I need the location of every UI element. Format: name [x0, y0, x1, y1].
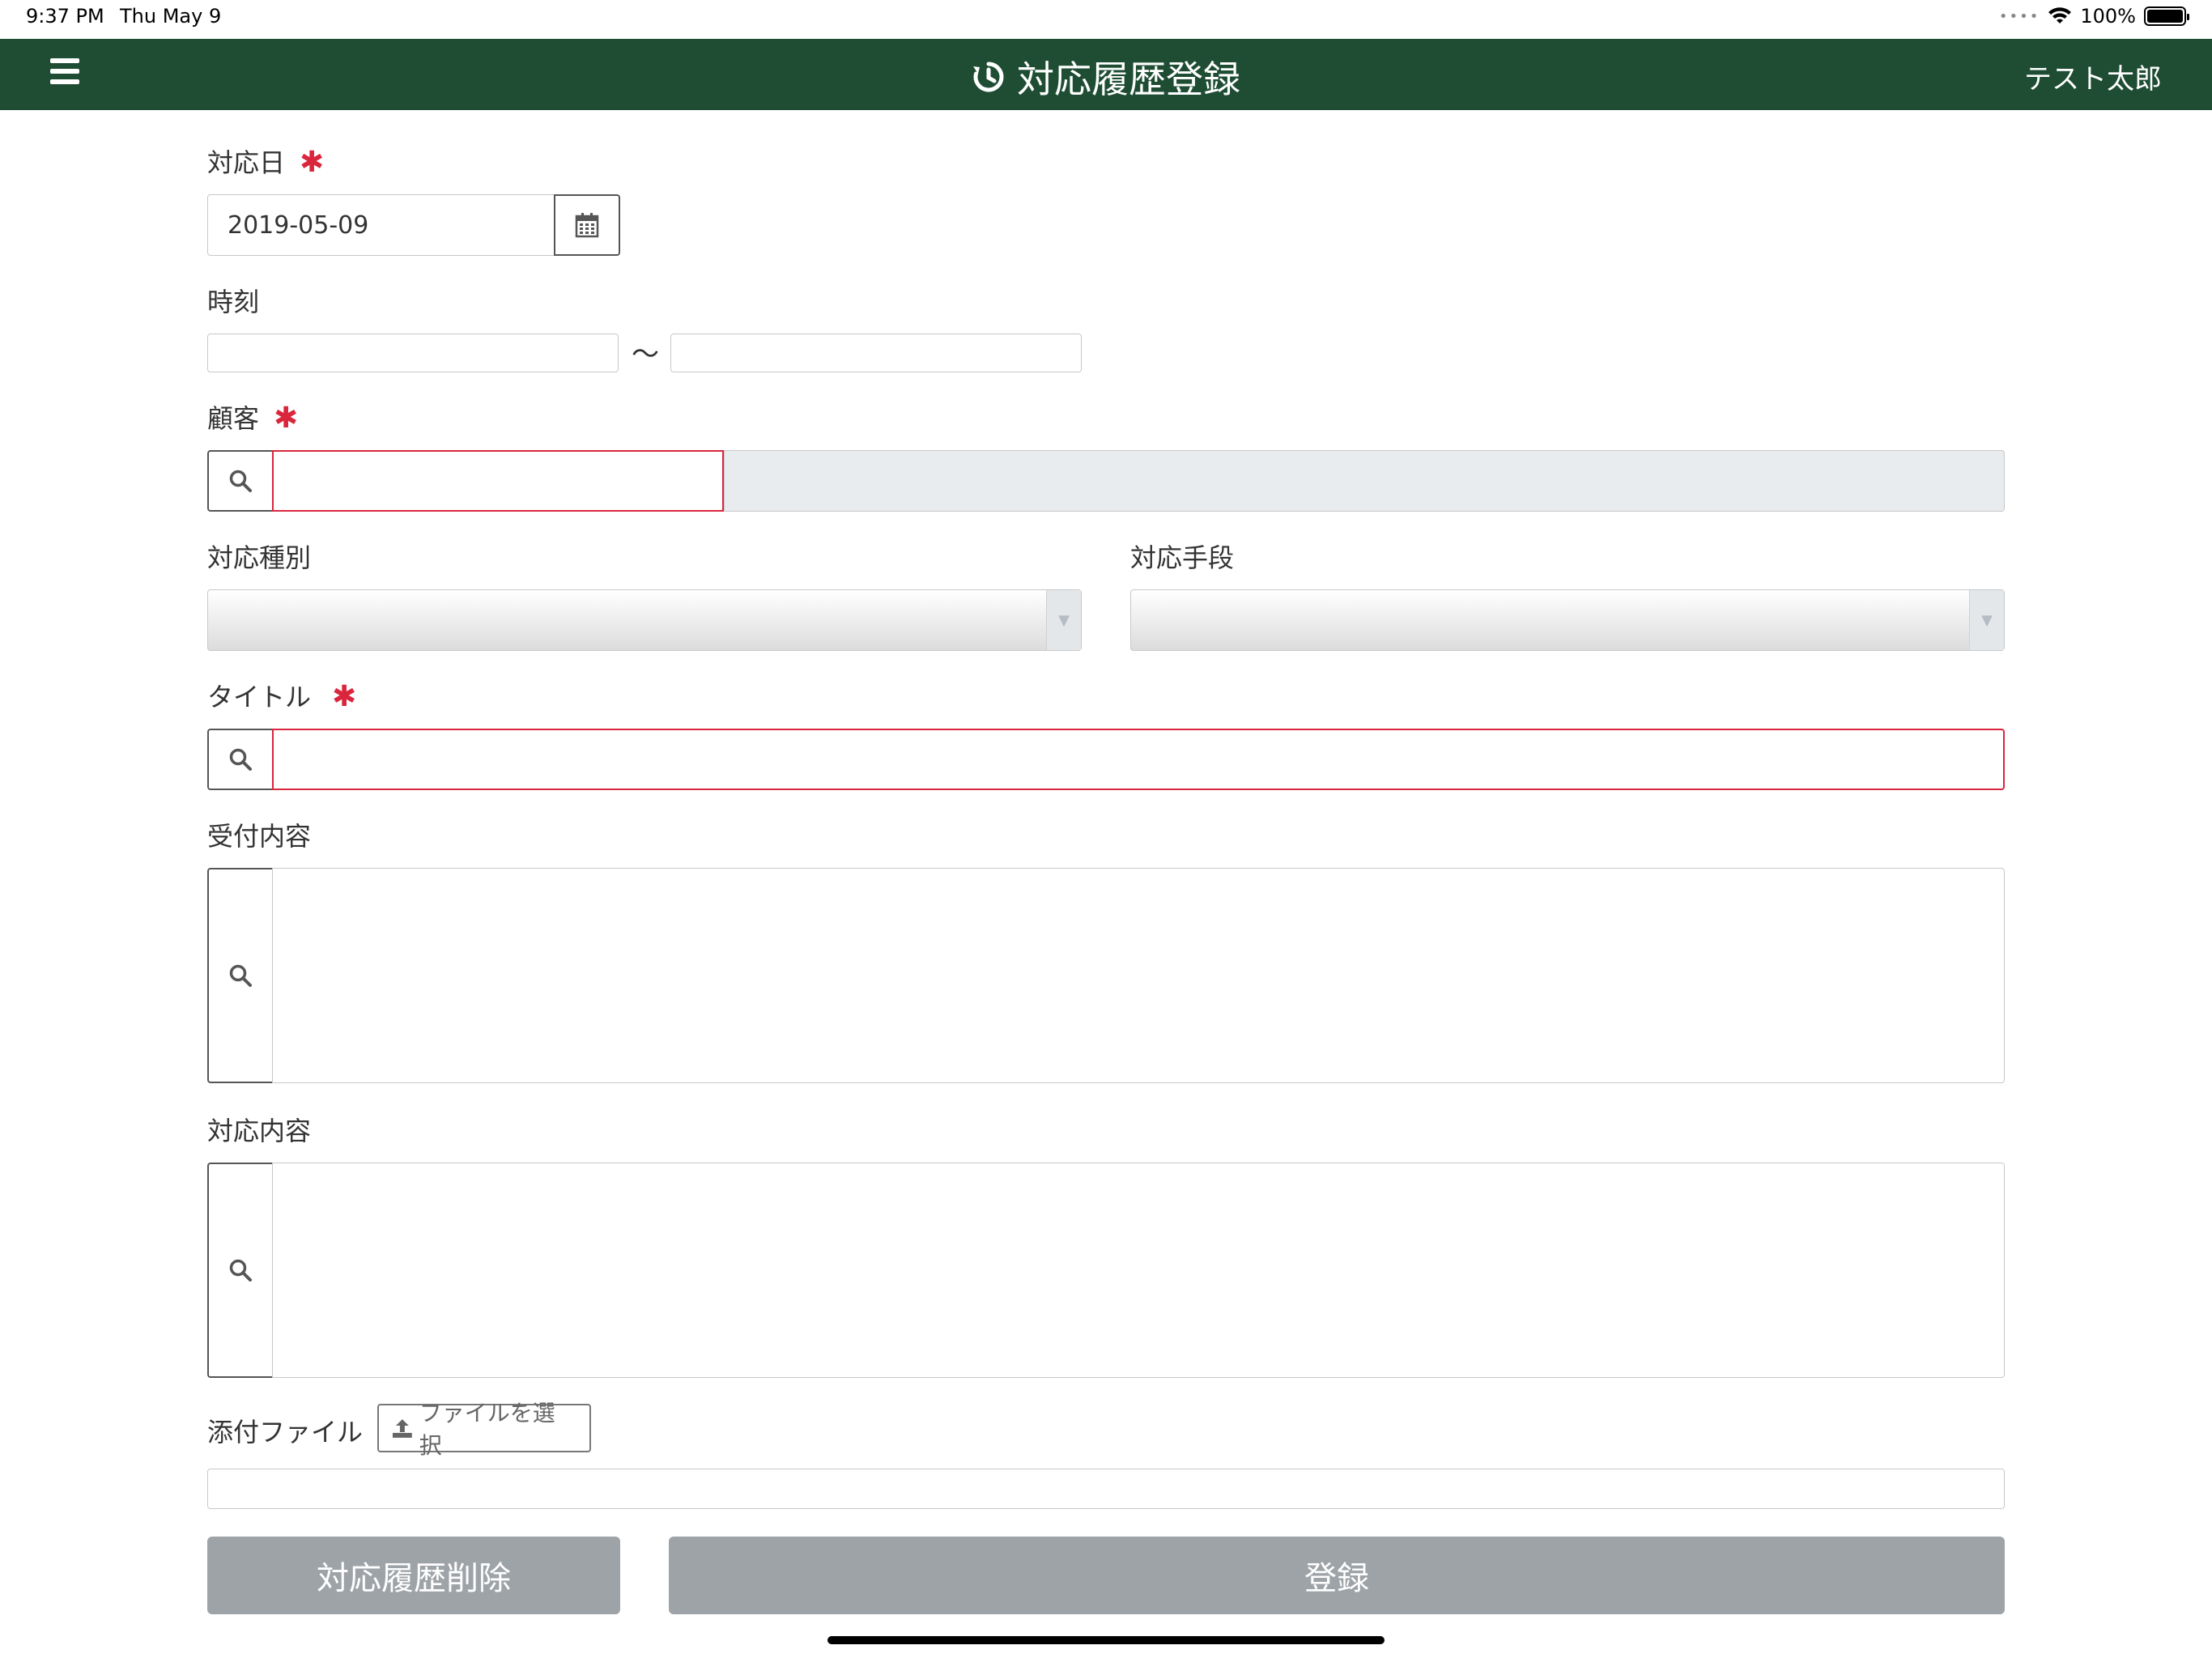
date-label: 対応日 ✱ [207, 142, 324, 180]
battery-percent: 100% [2080, 5, 2136, 28]
home-indicator[interactable] [827, 1636, 1385, 1644]
file-select-button[interactable]: ファイルを選択 [377, 1400, 591, 1459]
response-label: 対応内容 [207, 1116, 312, 1146]
required-mark: ✱ [332, 680, 357, 713]
history-icon [973, 62, 1004, 92]
time-end-input[interactable] [670, 334, 1082, 372]
response-textarea[interactable] [272, 1163, 2005, 1378]
customer-name-display [724, 450, 2005, 512]
search-icon [229, 748, 252, 771]
search-icon [229, 1259, 252, 1282]
calendar-button[interactable] [554, 194, 620, 256]
signal-icon: •••• [1998, 7, 2040, 25]
required-mark: ✱ [274, 402, 299, 435]
upload-icon [392, 1419, 412, 1438]
date-input[interactable]: 2019-05-09 [207, 194, 555, 256]
title-label-text: タイトル [207, 682, 312, 712]
search-icon [229, 470, 252, 492]
reception-textarea[interactable] [272, 868, 2005, 1083]
page-title-text: 対応履歴登録 [1017, 57, 1240, 101]
delete-history-button[interactable]: 対応履歴削除 [207, 1537, 620, 1614]
status-date: Thu May 9 [120, 5, 222, 28]
status-indicators: •••• 100% [1998, 5, 2189, 28]
response-search-button[interactable] [207, 1163, 274, 1378]
method-select[interactable]: ▼ [1130, 589, 2005, 651]
register-button[interactable]: 登録 [669, 1537, 2005, 1614]
reception-label: 受付内容 [207, 821, 312, 852]
attachment-list [207, 1469, 2005, 1509]
file-select-label: ファイルを選択 [419, 1400, 555, 1459]
time-label: 時刻 [207, 287, 260, 317]
customer-code-input[interactable] [272, 450, 724, 512]
status-bar: 9:37 PM Thu May 9 •••• 100% [0, 0, 2212, 39]
user-name[interactable]: テスト太郎 [2024, 57, 2162, 96]
attachment-label: 添付ファイル [207, 1417, 364, 1448]
time-start-input[interactable] [207, 334, 619, 372]
title-label: タイトル ✱ [207, 677, 356, 714]
title-search-button[interactable] [207, 729, 274, 790]
calendar-icon [575, 213, 599, 238]
method-label: 対応手段 [1130, 542, 1235, 573]
date-label-text: 対応日 [207, 147, 286, 178]
chevron-down-icon: ▼ [1046, 590, 1081, 650]
customer-label: 顧客 ✱ [207, 398, 298, 436]
customer-label-text: 顧客 [207, 403, 260, 434]
search-icon [229, 964, 252, 987]
status-time: 9:37 PM [26, 5, 104, 28]
type-select[interactable]: ▼ [207, 589, 1082, 651]
chevron-down-icon: ▼ [1969, 590, 2004, 650]
type-label: 対応種別 [207, 542, 312, 573]
page-title: 対応履歴登録 [0, 50, 2212, 104]
time-separator: 〜 [632, 338, 659, 371]
customer-search-button[interactable] [207, 450, 274, 512]
required-mark: ✱ [300, 146, 325, 179]
reception-search-button[interactable] [207, 868, 274, 1083]
wifi-icon [2048, 7, 2072, 23]
battery-icon [2144, 6, 2189, 26]
app-header: 対応履歴登録 テスト太郎 [0, 39, 2212, 110]
title-input[interactable] [272, 729, 2005, 790]
